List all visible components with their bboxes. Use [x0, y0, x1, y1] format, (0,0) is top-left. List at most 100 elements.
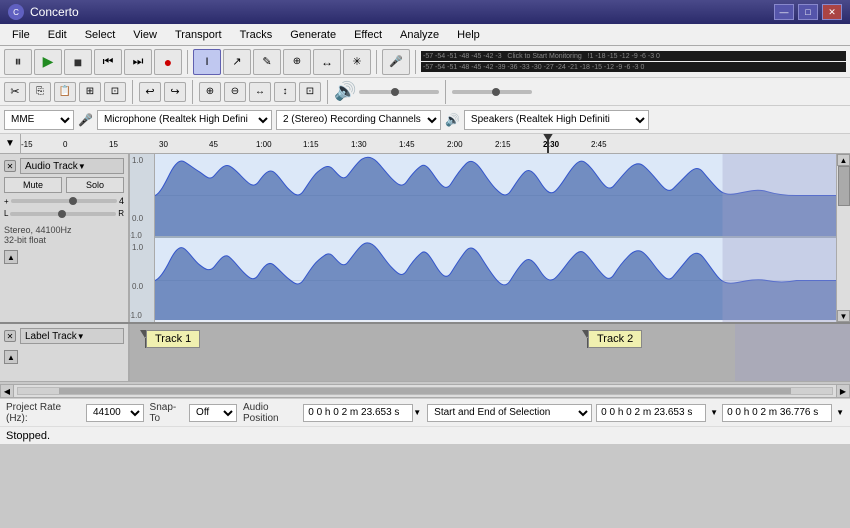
select-tool[interactable]: I — [193, 49, 221, 75]
time-shift-tool[interactable]: ↔ — [313, 49, 341, 75]
menu-edit[interactable]: Edit — [40, 27, 75, 43]
paste-button[interactable]: 📋 — [54, 82, 76, 102]
sep6 — [327, 80, 328, 104]
maximize-button[interactable]: □ — [798, 4, 818, 20]
menubar: File Edit Select View Transport Tracks G… — [0, 24, 850, 46]
speed-slider[interactable] — [452, 90, 532, 94]
audio-position-group: Audio Position 0 0 h 0 2 m 23.653 s ▼ — [243, 402, 421, 424]
menu-analyze[interactable]: Analyze — [392, 27, 447, 43]
ruler-mark-8: 1:45 — [399, 140, 415, 149]
zoom-out-button[interactable]: ⊖ — [224, 82, 246, 102]
prev-button[interactable]: ⏮ — [94, 49, 122, 75]
scroll-track — [837, 166, 850, 310]
ruler-mark-9: 2:00 — [447, 140, 463, 149]
label-track-content[interactable]: Track 1 Track 2 — [130, 324, 850, 381]
sel-start-arrow[interactable]: ▼ — [710, 408, 718, 417]
scroll-up[interactable]: ▲ — [837, 154, 850, 166]
ruler-mark-10: 2:15 — [495, 140, 511, 149]
menu-help[interactable]: Help — [449, 27, 488, 43]
track1-label[interactable]: Track 1 — [146, 330, 200, 348]
selection-type-select[interactable]: Start and End of Selection — [427, 404, 592, 422]
gain-slider[interactable] — [11, 199, 117, 203]
position-down-arrow[interactable]: ▼ — [413, 408, 421, 417]
play-button[interactable]: ▶ — [34, 49, 62, 75]
menu-select[interactable]: Select — [77, 27, 124, 43]
hscroll-track[interactable] — [17, 387, 833, 395]
audio-track-header: ✕ Audio Track ▼ Mute Solo + 4 L — [0, 154, 130, 322]
silence-button[interactable]: ⊡ — [104, 82, 126, 102]
menu-file[interactable]: File — [4, 27, 38, 43]
envelope-tool[interactable]: ↗ — [223, 49, 251, 75]
vu-area: -57 -54 -51 -48 -45 -42 -3 Click to Star… — [421, 51, 846, 72]
ruler-left-arrow[interactable]: ▼ — [0, 134, 20, 154]
zoom-tool[interactable]: ⊕ — [283, 49, 311, 75]
pan-slider[interactable] — [10, 212, 116, 216]
cut-button[interactable]: ✂ — [4, 82, 26, 102]
snap-to-select[interactable]: Off — [189, 404, 237, 422]
undo-button[interactable]: ↩ — [139, 82, 161, 102]
menu-transport[interactable]: Transport — [167, 27, 230, 43]
ruler-mark-3: 30 — [159, 140, 168, 149]
copy-button[interactable]: ⎘ — [29, 82, 51, 102]
track2-label[interactable]: Track 2 — [588, 330, 642, 348]
device-toolbar: MME 🎤 Microphone (Realtek High Defini 2 … — [0, 106, 850, 134]
menu-generate[interactable]: Generate — [282, 27, 344, 43]
trim-button[interactable]: ⊞ — [79, 82, 101, 102]
sel-end-arrow[interactable]: ▼ — [836, 408, 844, 417]
microphone-select[interactable]: Microphone (Realtek High Defini — [97, 110, 272, 130]
project-rate-group: Project Rate (Hz): 44100 — [6, 402, 144, 424]
gain-row: + 4 — [4, 196, 124, 206]
close-button[interactable]: ✕ — [822, 4, 842, 20]
channels-select[interactable]: 2 (Stereo) Recording Channels — [276, 110, 441, 130]
main-area: ✕ Audio Track ▼ Mute Solo + 4 L — [0, 154, 850, 384]
label-track-close[interactable]: ✕ — [4, 330, 16, 342]
driver-select[interactable]: MME — [4, 110, 74, 130]
mic-button[interactable]: 🎤 — [382, 49, 410, 75]
mute-button[interactable]: Mute — [4, 177, 62, 193]
menu-effect[interactable]: Effect — [346, 27, 390, 43]
waveform-area[interactable] — [155, 154, 836, 322]
multi-tool[interactable]: ✳ — [343, 49, 371, 75]
selection-end: 0 0 h 0 2 m 36.776 s — [722, 404, 832, 422]
ruler-scale: -15 0 15 30 45 1:00 1:15 1:30 1:45 2:00 … — [20, 134, 850, 154]
selection-group: Start and End of Selection 0 0 h 0 2 m 2… — [427, 404, 844, 422]
label-collapse-button[interactable]: ▲ — [4, 350, 18, 364]
next-button[interactable]: ⏭ — [124, 49, 152, 75]
speaker-icon: 🔊 — [334, 81, 356, 102]
redo-button[interactable]: ↪ — [164, 82, 186, 102]
hscroll-right[interactable]: ▶ — [836, 384, 850, 398]
label-track-name[interactable]: Label Track ▼ — [20, 328, 124, 344]
pause-button[interactable]: ⏸ — [4, 49, 32, 75]
project-rate-select[interactable]: 44100 — [86, 404, 144, 422]
draw-tool[interactable]: ✎ — [253, 49, 281, 75]
zoom-in-button[interactable]: ⊕ — [199, 82, 221, 102]
vertical-scrollbar[interactable]: ▲ ▼ — [836, 154, 850, 322]
zoom-sel-button[interactable]: ⊡ — [299, 82, 321, 102]
project-rate-label: Project Rate (Hz): — [6, 402, 82, 424]
stop-button[interactable]: ■ — [64, 49, 92, 75]
solo-button[interactable]: Solo — [66, 177, 124, 193]
position-display: 0 0 h 0 2 m 23.653 s — [303, 404, 413, 422]
separator — [187, 50, 188, 74]
speaker-select[interactable]: Speakers (Realtek High Definiti — [464, 110, 649, 130]
volume-slider[interactable] — [359, 90, 439, 94]
fit-v-button[interactable]: ↕ — [274, 82, 296, 102]
menu-view[interactable]: View — [125, 27, 165, 43]
label-track-header: ✕ Label Track ▼ ▲ — [0, 324, 130, 381]
record-button[interactable]: ● — [154, 49, 182, 75]
audio-track-name[interactable]: Audio Track ▼ — [20, 158, 124, 174]
ruler-mark-6: 1:15 — [303, 140, 319, 149]
edit-toolbar: ✂ ⎘ 📋 ⊞ ⊡ ↩ ↪ ⊕ ⊖ ↔ ↕ ⊡ 🔊 — [0, 78, 850, 106]
hscroll-left[interactable]: ◀ — [0, 384, 14, 398]
audio-track-close[interactable]: ✕ — [4, 160, 16, 172]
minimize-button[interactable]: — — [774, 4, 794, 20]
mute-solo-row: Mute Solo — [4, 177, 124, 193]
audio-track: ✕ Audio Track ▼ Mute Solo + 4 L — [0, 154, 850, 324]
horizontal-scrollbar: ◀ ▶ — [0, 384, 850, 398]
fit-h-button[interactable]: ↔ — [249, 82, 271, 102]
menu-tracks[interactable]: Tracks — [232, 27, 281, 43]
hscroll-thumb[interactable] — [59, 388, 792, 394]
scroll-down[interactable]: ▼ — [837, 310, 850, 322]
scroll-thumb[interactable] — [838, 166, 850, 206]
collapse-button[interactable]: ▲ — [4, 250, 18, 264]
